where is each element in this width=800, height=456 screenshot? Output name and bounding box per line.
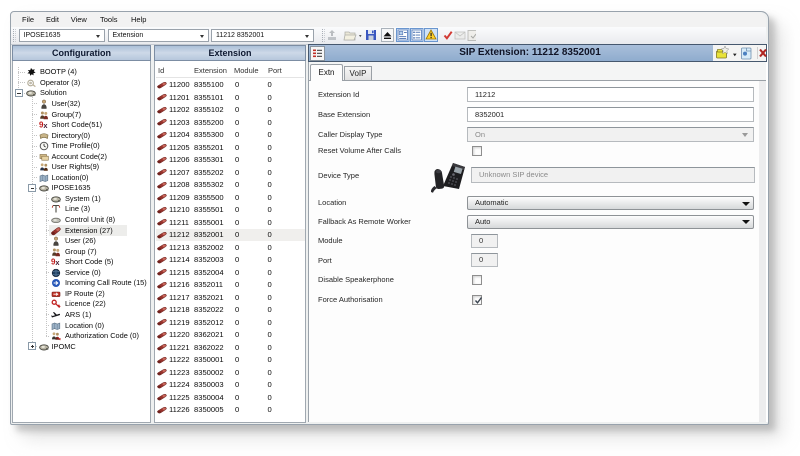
svg-text:x: x	[43, 121, 48, 130]
svg-text:x: x	[55, 258, 60, 267]
